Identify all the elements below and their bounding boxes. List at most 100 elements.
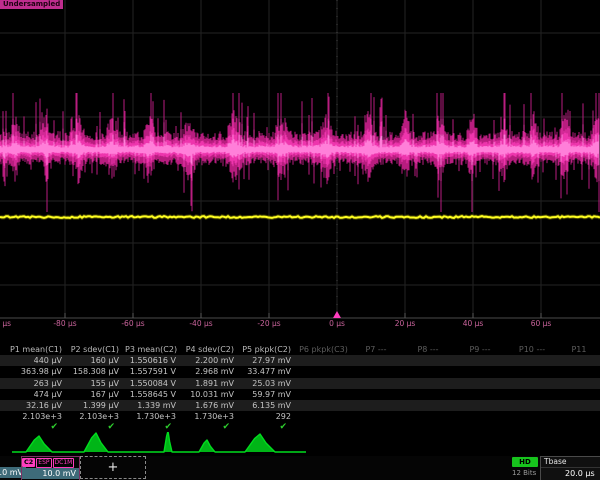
add-trace-button[interactable]: +: [80, 456, 146, 479]
measure-column-header[interactable]: P1 mean(C1): [0, 344, 68, 355]
measure-mean-value: 363.98 µV: [0, 366, 68, 377]
time-tick-label: 20 µs: [395, 319, 416, 328]
measure-empty-cell: [506, 355, 558, 366]
measure-mean-value: 33.477 mV: [240, 366, 297, 377]
measure-value-value: 440 µV: [0, 355, 68, 366]
hd-mode-badge[interactable]: HD: [512, 457, 538, 467]
time-tick-label: -40 µs: [189, 319, 212, 328]
trigger-time-marker[interactable]: [333, 311, 341, 318]
measure-empty-cell: [506, 389, 558, 400]
c2-coupling-badge: DC1M: [53, 458, 75, 468]
measure-value-value: 27.97 mV: [240, 355, 297, 366]
measure-column-header-unused[interactable]: P7 ---: [350, 344, 402, 355]
measure-empty-cell: [558, 400, 600, 411]
measure-min-value: 1.891 mV: [182, 378, 240, 389]
time-axis: -100 µs -80 µs -60 µs -40 µs -20 µs 0 µs 20 µs…: [0, 319, 600, 332]
time-tick-label: -100 µs: [0, 319, 11, 328]
measure-column-header[interactable]: P4 sdev(C2): [182, 344, 240, 355]
measure-column-header-unused[interactable]: P9 ---: [454, 344, 506, 355]
measure-sdev-value: 1.339 mV: [125, 400, 182, 411]
measure-empty-cell: [297, 400, 350, 411]
measure-min-value: 155 µV: [68, 378, 125, 389]
c2-scale-value: 10.0 mV: [22, 468, 79, 479]
measure-empty-cell: [558, 355, 600, 366]
measure-empty-cell: [350, 400, 402, 411]
measure-empty-cell: [297, 389, 350, 400]
measure-empty-cell: [297, 378, 350, 389]
time-tick-label: 0 µs: [329, 319, 345, 328]
measure-empty-cell: [506, 366, 558, 377]
measure-empty-cell: [454, 378, 506, 389]
measure-mean-value: 2.968 mV: [182, 366, 240, 377]
time-tick-label: -60 µs: [121, 319, 144, 328]
timebase-title: Tbase: [541, 457, 600, 468]
measure-empty-cell: [558, 366, 600, 377]
measure-value-value: 1.550616 V: [125, 355, 182, 366]
measure-empty-cell: [297, 411, 350, 422]
measure-empty-cell: [454, 366, 506, 377]
measure-empty-cell: [506, 400, 558, 411]
measure-empty-cell: [558, 378, 600, 389]
measure-min-value: 25.03 mV: [240, 378, 297, 389]
measure-column-header[interactable]: P2 sdev(C1): [68, 344, 125, 355]
measure-min-value: 1.550084 V: [125, 378, 182, 389]
waveform-traces: [0, 0, 600, 332]
measure-max-value: 10.031 mV: [182, 389, 240, 400]
measure-empty-cell: [350, 366, 402, 377]
measure-empty-cell: [454, 389, 506, 400]
channel-c2-descriptor[interactable]: C2 ESP DC1M 10.0 mV: [21, 456, 80, 480]
measure-column-header-unused[interactable]: P8 ---: [402, 344, 454, 355]
measure-min-value: 263 µV: [0, 378, 68, 389]
measure-num-value: 2.103e+3: [0, 411, 68, 422]
measure-mean-value: 158.308 µV: [68, 366, 125, 377]
time-tick-label: -20 µs: [257, 319, 280, 328]
measure-empty-cell: [402, 389, 454, 400]
measure-empty-cell: [350, 355, 402, 366]
measure-column-header[interactable]: P5 pkpk(C2): [240, 344, 297, 355]
measure-num-value: 1.730e+3: [182, 411, 240, 422]
measure-value-value: 160 µV: [68, 355, 125, 366]
measure-empty-cell: [402, 378, 454, 389]
measurement-table: P1 mean(C1)P2 sdev(C1)P3 mean(C2)P4 sdev…: [0, 344, 600, 434]
hd-bits-label: 12 Bits: [512, 469, 542, 477]
measure-num-value: 292: [240, 411, 297, 422]
measure-sdev-value: 1.399 µV: [68, 400, 125, 411]
measure-empty-cell: [558, 389, 600, 400]
measure-sdev-value: 6.135 mV: [240, 400, 297, 411]
measure-value-value: 2.200 mV: [182, 355, 240, 366]
time-tick-label: -80 µs: [53, 319, 76, 328]
measure-empty-cell: [558, 411, 600, 422]
measure-empty-cell: [402, 400, 454, 411]
timebase-value: 20.0 µs: [541, 468, 600, 479]
measure-empty-cell: [350, 378, 402, 389]
measure-column-header-unused[interactable]: P10 ---: [506, 344, 558, 355]
measure-empty-cell: [454, 400, 506, 411]
measure-empty-cell: [506, 378, 558, 389]
c2-esp-badge: ESP: [36, 458, 51, 468]
measure-empty-cell: [454, 355, 506, 366]
measure-sdev-value: 1.676 mV: [182, 400, 240, 411]
measure-sdev-value: 32.16 µV: [0, 400, 68, 411]
measure-empty-cell: [454, 411, 506, 422]
plus-icon: +: [108, 460, 119, 475]
measure-empty-cell: [350, 411, 402, 422]
measure-empty-cell: [402, 355, 454, 366]
measure-mean-value: 1.557591 V: [125, 366, 182, 377]
measure-num-value: 2.103e+3: [68, 411, 125, 422]
histogram-trace[interactable]: [0, 432, 600, 456]
measure-max-value: 167 µV: [68, 389, 125, 400]
measure-column-header[interactable]: P3 mean(C2): [125, 344, 182, 355]
channel-bar: C1 DC1M 10.0 mV C2 ESP DC1M 10.0 mV + HD…: [0, 456, 600, 480]
waveform-display[interactable]: Undersampled -100 µs -80 µs -60 µs -40 µs -2…: [0, 0, 600, 332]
measure-empty-cell: [402, 411, 454, 422]
undersampled-warning: Undersampled: [0, 0, 63, 9]
timebase-descriptor[interactable]: Tbase 20.0 µs: [540, 456, 600, 480]
time-tick-label: 40 µs: [463, 319, 484, 328]
measure-empty-cell: [350, 389, 402, 400]
measure-max-value: 474 µV: [0, 389, 68, 400]
measure-empty-cell: [297, 366, 350, 377]
time-tick-label: 60 µs: [531, 319, 552, 328]
measure-column-header-unused[interactable]: P11: [558, 344, 600, 355]
histogram-svg: [0, 432, 600, 456]
measure-column-header-unused[interactable]: P6 pkpk(C3): [297, 344, 350, 355]
